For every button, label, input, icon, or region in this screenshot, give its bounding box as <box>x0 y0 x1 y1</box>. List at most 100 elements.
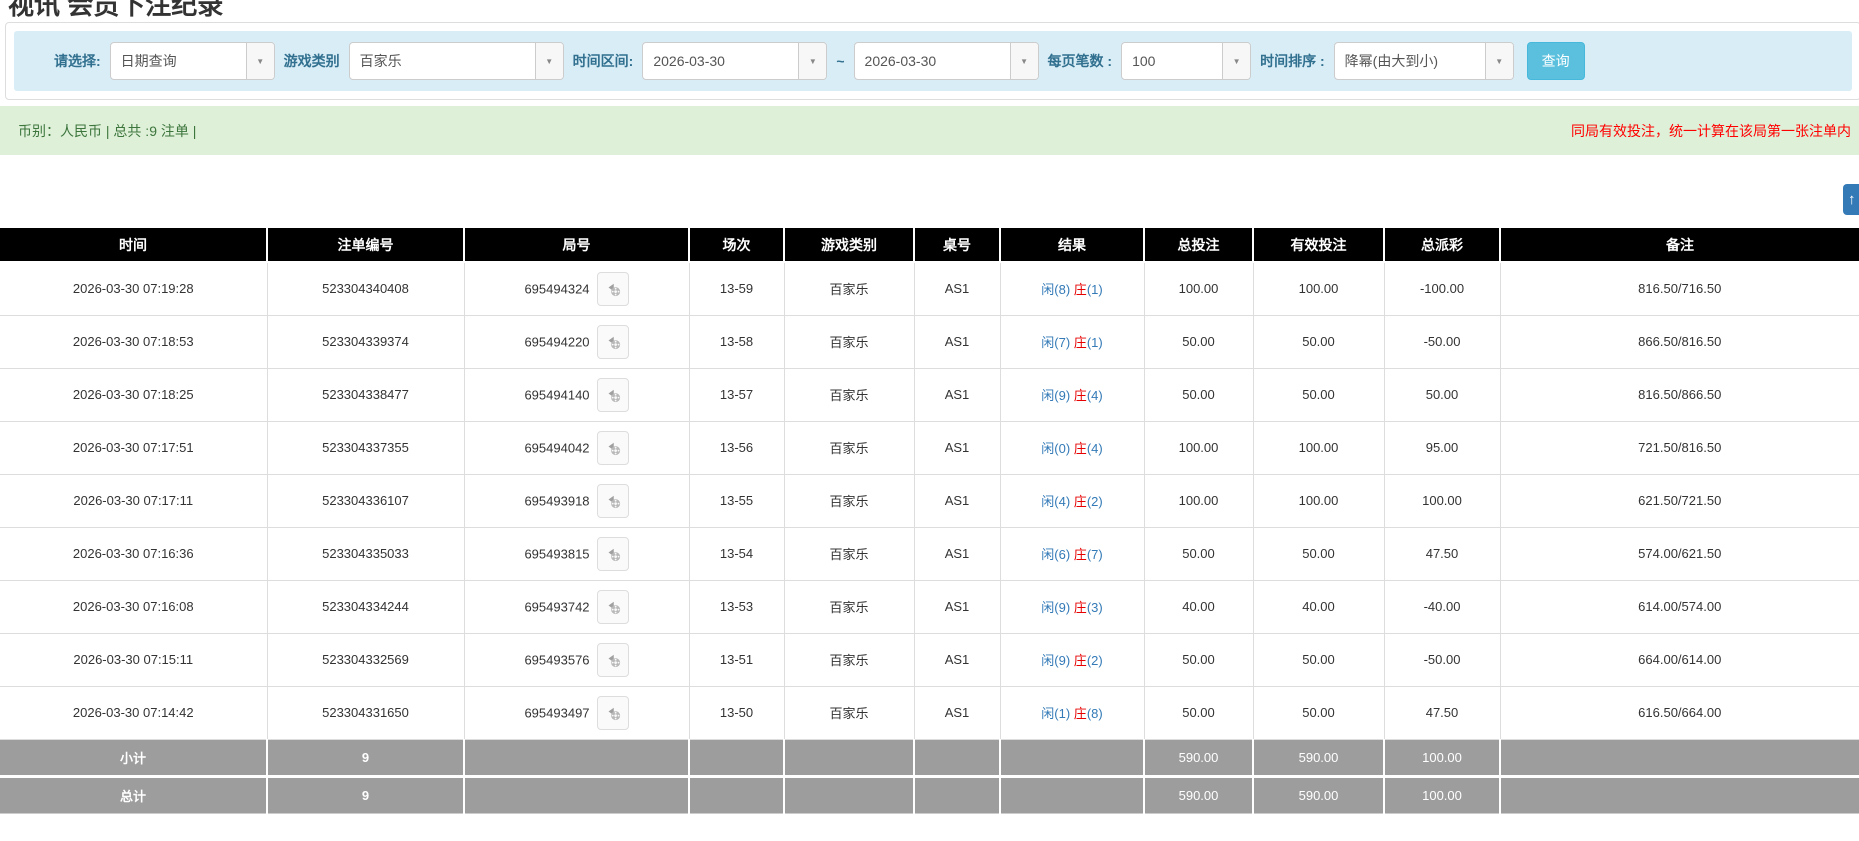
cell-valid-bet: 100.00 <box>1252 473 1385 528</box>
video-replay-button[interactable] <box>596 377 629 412</box>
cell-valid-bet: 100.00 <box>1252 420 1385 475</box>
footer-count: 9 <box>266 739 464 776</box>
time-sort-label: 时间排序 : <box>1260 53 1325 69</box>
footer-empty-game <box>783 739 914 776</box>
footer-empty-round <box>463 739 689 776</box>
search-button[interactable]: 查询 <box>1526 42 1585 80</box>
arrow-up-icon: ↑ <box>1848 191 1856 208</box>
column-header: 局号 <box>463 228 689 263</box>
time-sort-select[interactable]: 降幂(由大到小) ▼ <box>1333 42 1514 80</box>
table-row: 2026-03-30 07:17:11 523304336107 695493918… <box>0 473 1859 528</box>
cell-payout: 47.50 <box>1383 685 1501 740</box>
result-player: 闲(9) <box>1041 388 1071 403</box>
result-banker: 庄 <box>1073 494 1087 509</box>
footer-empty-table <box>913 739 1000 776</box>
cell-session: 13-54 <box>688 526 785 581</box>
video-replay-button[interactable] <box>596 589 629 624</box>
cell-valid-bet: 50.00 <box>1252 367 1385 422</box>
game-type-select[interactable]: 百家乐 ▼ <box>348 42 564 80</box>
cell-total-bet[interactable]: 50.00 <box>1143 526 1254 581</box>
cell-bet-id: 523304335033 <box>266 526 465 581</box>
result-banker: 庄 <box>1073 600 1087 615</box>
cell-total-bet[interactable]: 50.00 <box>1143 685 1254 740</box>
cell-total-bet[interactable]: 50.00 <box>1143 367 1254 422</box>
cell-total-bet[interactable]: 50.00 <box>1143 632 1254 687</box>
cell-remark: 616.50/664.00 <box>1499 685 1859 740</box>
footer-empty-game <box>783 774 914 814</box>
footer-label: 小计 <box>0 739 267 776</box>
cell-result: 闲(6) 庄(7) <box>999 526 1145 581</box>
cell-session: 13-57 <box>688 367 785 422</box>
result-banker-score: (8) <box>1086 706 1103 721</box>
footer-payout: 100.00 <box>1383 774 1500 814</box>
video-replay-button[interactable] <box>596 536 629 571</box>
video-film-icon <box>608 601 620 614</box>
video-replay-button[interactable] <box>596 695 629 730</box>
cell-total-bet[interactable]: 50.00 <box>1143 314 1254 369</box>
table-header-row: 时间 注单编号 局号 场次 游戏类别 桌号 结果 总投注 有效投注 总派彩 备注 <box>0 228 1859 263</box>
cell-round: 695494042 <box>463 420 690 475</box>
chevron-down-icon[interactable]: ▼ <box>534 43 563 79</box>
result-player: 闲(9) <box>1041 600 1071 615</box>
page-size-label: 每页笔数 : <box>1047 53 1113 69</box>
cell-round: 695493742 <box>463 579 690 634</box>
summary-notice: 同局有效投注，统一计算在该局第一张注单内 <box>1571 122 1851 139</box>
cell-table-no: AS1 <box>913 685 1001 740</box>
footer-payout: 100.00 <box>1383 739 1500 776</box>
chevron-down-icon[interactable]: ▼ <box>245 43 274 79</box>
footer-count: 9 <box>266 774 464 814</box>
video-replay-button[interactable] <box>596 483 629 518</box>
video-replay-button[interactable] <box>596 430 629 465</box>
cell-game: 百家乐 <box>783 261 915 316</box>
video-film-icon <box>608 442 620 455</box>
cell-result: 闲(9) 庄(4) <box>999 367 1145 422</box>
cell-result: 闲(8) 庄(1) <box>999 261 1145 316</box>
result-banker: 庄 <box>1073 706 1087 721</box>
cell-total-bet[interactable]: 100.00 <box>1143 261 1254 316</box>
cell-valid-bet: 40.00 <box>1252 579 1385 634</box>
chevron-down-icon[interactable]: ▼ <box>1484 43 1513 79</box>
date-range-separator: ~ <box>836 53 845 69</box>
footer-empty-result <box>999 739 1144 776</box>
round-number: 695493576 <box>524 652 590 667</box>
video-replay-button[interactable] <box>596 642 629 677</box>
cell-payout: 100.00 <box>1383 473 1501 528</box>
round-number: 695493815 <box>524 546 590 561</box>
query-type-select[interactable]: 日期查询 ▼ <box>109 42 275 80</box>
cell-game: 百家乐 <box>783 420 915 475</box>
grandtotal-row: 总计 9 590.00 590.00 100.00 <box>0 774 1859 814</box>
footer-empty-session <box>688 739 784 776</box>
video-film-icon <box>608 654 620 667</box>
cell-game: 百家乐 <box>783 314 915 369</box>
footer-empty-session <box>688 774 784 814</box>
video-replay-button[interactable] <box>596 324 629 359</box>
date-to-select[interactable]: 2026-03-30 ▼ <box>853 42 1039 80</box>
footer-empty-remark <box>1499 774 1859 814</box>
chevron-down-icon[interactable]: ▼ <box>1009 43 1038 79</box>
result-banker-score: (2) <box>1086 653 1103 668</box>
chevron-down-icon[interactable]: ▼ <box>798 43 827 79</box>
result-banker-score: (3) <box>1086 600 1103 615</box>
cell-round: 695494220 <box>463 314 690 369</box>
cell-session: 13-56 <box>688 420 785 475</box>
cell-bet-id: 523304332569 <box>266 632 465 687</box>
scroll-top-button[interactable]: ↑ <box>1843 184 1859 215</box>
cell-total-bet[interactable]: 100.00 <box>1143 420 1254 475</box>
video-film-icon <box>608 336 620 349</box>
footer-empty-remark <box>1499 739 1859 776</box>
cell-round: 695493815 <box>463 526 690 581</box>
video-replay-button[interactable] <box>596 271 629 306</box>
cell-payout: -100.00 <box>1383 261 1501 316</box>
cell-time: 2026-03-30 07:18:25 <box>0 367 268 422</box>
date-from-select[interactable]: 2026-03-30 ▼ <box>642 42 828 80</box>
cell-game: 百家乐 <box>783 526 915 581</box>
cell-round: 695493497 <box>463 685 690 740</box>
date-range-label: 时间区间: <box>572 53 634 69</box>
page-size-select[interactable]: 100 ▼ <box>1121 42 1252 80</box>
cell-total-bet[interactable]: 40.00 <box>1143 579 1254 634</box>
game-type-label: 游戏类别 <box>283 53 340 69</box>
cell-total-bet[interactable]: 100.00 <box>1143 473 1254 528</box>
chevron-down-icon[interactable]: ▼ <box>1222 43 1251 79</box>
column-header: 桌号 <box>913 228 1000 263</box>
cell-payout: 47.50 <box>1383 526 1501 581</box>
